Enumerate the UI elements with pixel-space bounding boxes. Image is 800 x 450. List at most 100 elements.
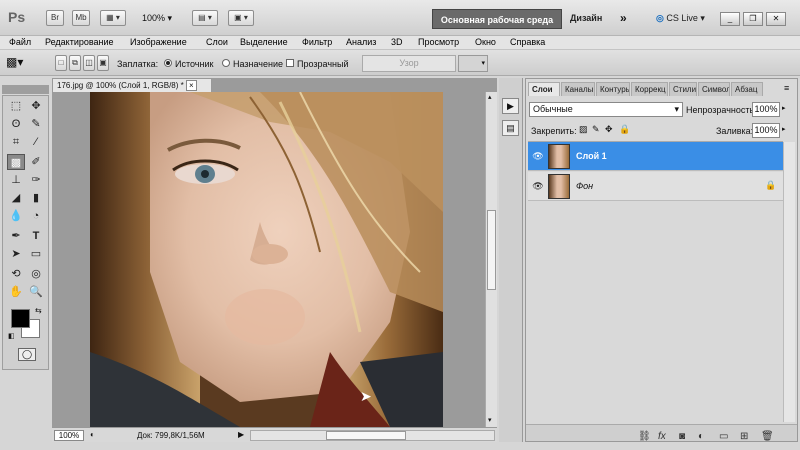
layer-mask-icon[interactable]: ◙ xyxy=(679,431,685,442)
intersect-selection-icon[interactable]: ▣ xyxy=(97,55,109,71)
view-extras-button[interactable]: ▦ ▾ xyxy=(100,10,126,26)
document-tab[interactable]: 176.jpg @ 100% (Слой 1, RGB/8) * × xyxy=(52,78,212,92)
close-document-icon[interactable]: × xyxy=(185,80,197,91)
swap-colors-icon[interactable]: ⇆ xyxy=(35,306,42,315)
shape-tool-icon[interactable]: ▭ xyxy=(27,246,45,262)
tab-character[interactable]: Символ xyxy=(698,82,730,96)
menu-layers[interactable]: Слои xyxy=(206,37,228,47)
history-icon[interactable]: ▤ xyxy=(502,120,519,136)
lock-pixels-icon[interactable]: ✎ xyxy=(592,124,600,135)
patch-tool-icon[interactable]: ▩ xyxy=(7,154,25,170)
tab-styles[interactable]: Стили xyxy=(669,82,697,96)
use-pattern-button[interactable]: Узор xyxy=(362,55,456,72)
zoom-tool-icon[interactable]: 🔍 xyxy=(27,284,45,300)
status-menu-icon[interactable]: ◐ xyxy=(90,430,95,439)
3d-orbit-tool-icon[interactable]: ◎ xyxy=(27,266,45,282)
lock-transparent-icon[interactable]: ▨ xyxy=(579,124,588,135)
add-selection-icon[interactable]: ⧉ xyxy=(69,55,81,71)
layer-row-layer1[interactable]: 👁 Слой 1 xyxy=(528,142,783,171)
pattern-picker[interactable]: ▾ xyxy=(458,55,488,72)
tab-paths[interactable]: Контуры xyxy=(596,82,630,96)
opacity-slider-icon[interactable]: ▸ xyxy=(782,104,786,112)
minimize-button[interactable]: _ xyxy=(720,12,740,26)
eraser-tool-icon[interactable]: ◢ xyxy=(7,190,25,206)
horizontal-scrollbar[interactable] xyxy=(250,430,495,441)
adjustment-layer-icon[interactable]: ◐ xyxy=(698,431,704,442)
3d-rotate-tool-icon[interactable]: ⟲ xyxy=(7,266,25,282)
menu-analysis[interactable]: Анализ xyxy=(346,37,376,47)
gradient-tool-icon[interactable]: ▮ xyxy=(27,190,45,206)
restore-button[interactable]: ❐ xyxy=(743,12,763,26)
vertical-scrollbar[interactable]: ▾ ▴ xyxy=(485,92,497,427)
brush-tool-icon[interactable]: ✐ xyxy=(27,154,45,170)
quick-selection-tool-icon[interactable]: ✎ xyxy=(27,116,45,132)
tab-layers[interactable]: Слои xyxy=(528,82,560,96)
menu-image[interactable]: Изображение xyxy=(130,37,187,47)
new-group-icon[interactable]: ▭ xyxy=(719,431,728,442)
type-tool-icon[interactable]: T xyxy=(27,228,45,244)
arrange-documents-button[interactable]: ▤ ▾ xyxy=(192,10,218,26)
tab-paragraph[interactable]: Абзац xyxy=(731,82,763,96)
new-layer-icon[interactable]: ⊞ xyxy=(740,431,748,442)
menu-3d[interactable]: 3D xyxy=(391,37,403,47)
zoom-field[interactable]: 100% xyxy=(54,430,84,441)
visibility-eye-icon[interactable]: 👁 xyxy=(532,181,544,191)
menu-select[interactable]: Выделение xyxy=(240,37,288,47)
transparent-checkbox[interactable] xyxy=(286,59,294,67)
bridge-button[interactable]: Br xyxy=(46,10,64,26)
tab-adjustments[interactable]: Коррекц xyxy=(631,82,668,96)
layer-row-background[interactable]: 👁 Фон 🔒 xyxy=(528,172,783,201)
destination-radio[interactable] xyxy=(222,59,230,67)
cs-live-button[interactable]: ◎ CS Live ▾ xyxy=(656,13,705,24)
dodge-tool-icon[interactable]: ◔ xyxy=(27,208,45,224)
tab-channels[interactable]: Каналы xyxy=(561,82,595,96)
hand-tool-icon[interactable]: ✋ xyxy=(7,284,25,300)
panel-menu-icon[interactable]: ≡ xyxy=(784,83,789,93)
patch-tool-preset-icon[interactable]: ▩▾ xyxy=(6,55,23,69)
source-radio[interactable] xyxy=(164,59,172,67)
lock-all-icon[interactable]: 🔒 xyxy=(619,124,630,135)
visibility-eye-icon[interactable]: 👁 xyxy=(532,151,544,161)
subtract-selection-icon[interactable]: ◫ xyxy=(83,55,95,71)
layers-scrollbar[interactable] xyxy=(783,142,795,422)
scroll-up-icon[interactable]: ▴ xyxy=(488,93,492,101)
path-selection-tool-icon[interactable]: ➤ xyxy=(7,246,25,262)
new-selection-icon[interactable]: □ xyxy=(55,55,67,71)
eyedropper-tool-icon[interactable]: ⁄ xyxy=(27,134,45,150)
marquee-tool-icon[interactable]: ⬚ xyxy=(7,98,25,114)
link-layers-icon[interactable]: ⛓ xyxy=(638,431,651,442)
vertical-scroll-thumb[interactable] xyxy=(487,210,496,290)
canvas-photo[interactable]: ➤ xyxy=(90,92,443,427)
lock-position-icon[interactable]: ✥ xyxy=(605,124,613,135)
workspace-design-button[interactable]: Дизайн xyxy=(570,13,602,23)
menu-filter[interactable]: Фильтр xyxy=(302,37,332,47)
foreground-color-swatch[interactable] xyxy=(11,309,30,328)
history-brush-tool-icon[interactable]: ✑ xyxy=(27,172,45,188)
blend-mode-select[interactable]: Обычные ▾ xyxy=(529,102,683,117)
menu-file[interactable]: Файл xyxy=(9,37,31,47)
blur-tool-icon[interactable]: 💧 xyxy=(7,208,25,224)
screen-mode-button[interactable]: ▣ ▾ xyxy=(228,10,254,26)
layer-style-icon[interactable]: fx xyxy=(658,431,666,442)
default-colors-icon[interactable]: ◧ xyxy=(8,332,15,340)
scroll-down-icon[interactable]: ▾ xyxy=(488,416,492,424)
crop-tool-icon[interactable]: ⌗ xyxy=(7,134,25,150)
workspace-essentials-button[interactable]: Основная рабочая среда xyxy=(432,9,562,29)
menu-help[interactable]: Справка xyxy=(510,37,545,47)
move-tool-icon[interactable]: ✥ xyxy=(27,98,45,114)
lasso-tool-icon[interactable]: ʘ xyxy=(7,116,25,132)
play-actions-icon[interactable]: ▶ xyxy=(502,98,519,114)
horizontal-scroll-thumb[interactable] xyxy=(326,431,406,440)
opacity-field[interactable]: 100% xyxy=(752,102,780,117)
menu-view[interactable]: Просмотр xyxy=(418,37,459,47)
quick-mask-icon[interactable]: ◯ xyxy=(18,348,36,361)
menu-window[interactable]: Окно xyxy=(475,37,496,47)
more-workspaces-icon[interactable]: » xyxy=(620,11,627,25)
stamp-tool-icon[interactable]: ⊥ xyxy=(7,172,25,188)
mini-bridge-button[interactable]: Mb xyxy=(72,10,90,26)
menu-edit[interactable]: Редактирование xyxy=(45,37,114,47)
status-expand-icon[interactable]: ▶ xyxy=(238,430,244,439)
delete-layer-icon[interactable]: 🗑 xyxy=(761,431,774,442)
pen-tool-icon[interactable]: ✒ xyxy=(7,228,25,244)
close-button[interactable]: ✕ xyxy=(766,12,786,26)
